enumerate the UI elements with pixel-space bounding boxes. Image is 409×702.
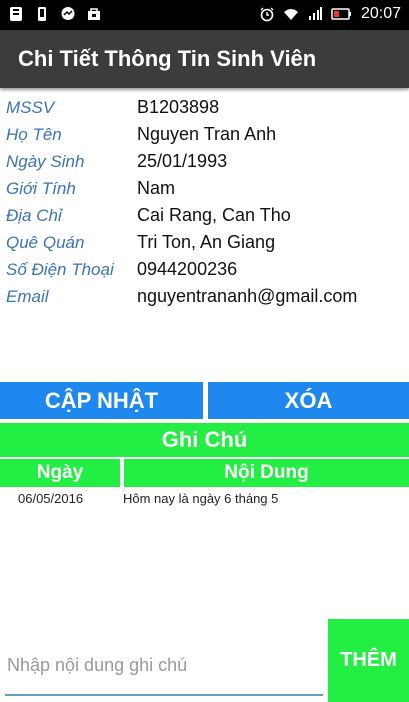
messenger-icon <box>61 7 75 20</box>
info-row-address: Địa Chỉ Cai Rang, Can Tho <box>6 204 406 231</box>
info-value: Cai Rang, Can Tho <box>137 205 291 225</box>
info-value: 0944200236 <box>137 259 238 279</box>
info-value: nguyentrananh@gmail.com <box>137 286 358 306</box>
note-input[interactable] <box>5 644 325 686</box>
info-row-phone: Số Điện Thoại 0944200236 <box>6 258 406 285</box>
info-row-birthdate: Ngày Sinh 25/01/1993 <box>6 150 406 177</box>
info-value: 25/01/1993 <box>137 151 228 171</box>
info-label: Địa Chỉ <box>6 206 62 225</box>
phone-icon <box>38 7 46 21</box>
note-content: Hôm nay là ngày 6 tháng 5 <box>123 491 279 506</box>
note-date: 06/05/2016 <box>18 491 84 506</box>
signal-icon <box>308 7 322 20</box>
info-value: Nam <box>137 178 176 198</box>
info-label: Ngày Sinh <box>6 152 85 171</box>
info-label: Giới Tính <box>6 179 76 198</box>
update-button[interactable]: CẬP NHẬT <box>0 382 203 419</box>
status-bar: 20:07 <box>0 0 409 30</box>
status-left-icons <box>8 6 102 22</box>
info-label: Email <box>6 287 49 306</box>
info-label: MSSV <box>6 98 55 117</box>
list-item[interactable]: 06/05/2016 Hôm nay là ngày 6 tháng 5 <box>0 489 409 511</box>
info-label: Họ Tên <box>6 125 62 144</box>
notes-column-date: Ngày <box>0 459 120 487</box>
note-input-container <box>5 636 325 696</box>
info-row-gender: Giới Tính Nam <box>6 177 406 204</box>
info-label: Số Điện Thoại <box>6 260 114 279</box>
store-icon <box>88 8 100 20</box>
page-title: Chi Tiết Thông Tin Sinh Viên <box>18 46 317 71</box>
info-row-name: Họ Tên Nguyen Tran Anh <box>6 123 406 150</box>
info-value: Tri Ton, An Giang <box>137 232 276 252</box>
app-bar: Chi Tiết Thông Tin Sinh Viên <box>0 30 409 88</box>
status-right-icons: 20:07 <box>259 5 401 23</box>
status-time: 20:07 <box>360 5 401 22</box>
info-row-mssv: MSSV B1203898 <box>6 96 406 123</box>
info-value: Nguyen Tran Anh <box>137 124 277 144</box>
info-row-email: Email nguyentrananh@gmail.com <box>6 285 406 312</box>
wifi-icon <box>283 9 298 20</box>
info-row-hometown: Quê Quán Tri Ton, An Giang <box>6 231 406 258</box>
notification-icon <box>10 7 22 21</box>
delete-button[interactable]: XÓA <box>208 382 409 419</box>
alarm-icon <box>260 7 274 22</box>
info-label: Quê Quán <box>6 233 85 252</box>
add-note-button[interactable]: THÊM <box>328 619 409 702</box>
battery-icon <box>331 8 351 20</box>
info-value: B1203898 <box>137 97 220 117</box>
student-info: MSSV B1203898 Họ Tên Nguyen Tran Anh Ngà… <box>6 96 406 312</box>
notes-column-content: Nội Dung <box>124 459 409 487</box>
notes-header: Ghi Chú <box>0 423 409 457</box>
